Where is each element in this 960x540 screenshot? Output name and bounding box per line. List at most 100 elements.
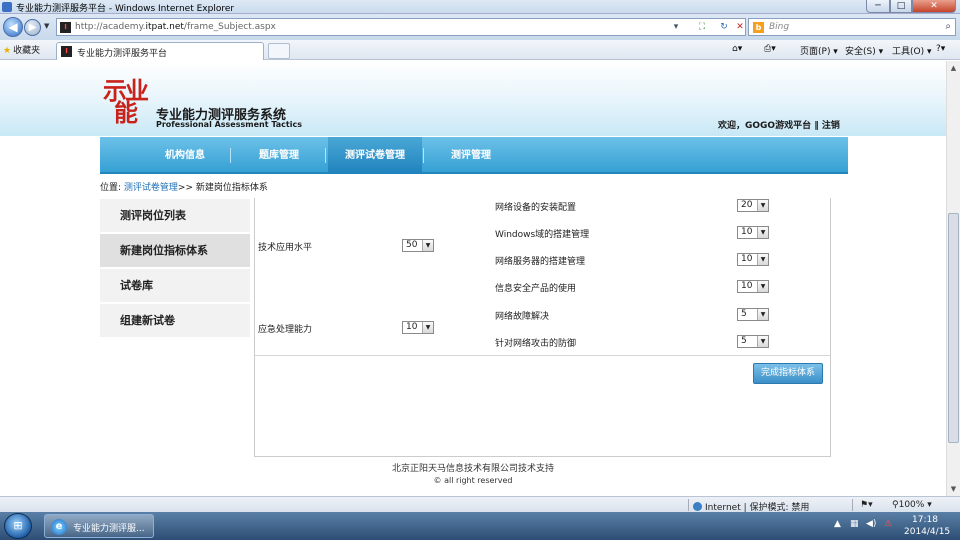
search-box[interactable]: b Bing ⌕: [748, 18, 956, 36]
refresh-icon[interactable]: ↻: [717, 21, 731, 34]
group-label: 应急处理能力: [258, 325, 313, 335]
bing-icon: b: [753, 22, 764, 33]
zoom-icon: ⚲: [892, 500, 899, 510]
chevron-down-icon: ▼: [757, 309, 768, 320]
back-button[interactable]: ◀: [3, 17, 23, 37]
nav-divider: [423, 148, 424, 163]
window-title: 专业能力测评服务平台 - Windows Internet Explorer: [16, 4, 235, 14]
chevron-down-icon: ▼: [757, 281, 768, 292]
favorites-button[interactable]: ★ 收藏夹: [3, 43, 40, 56]
forward-button[interactable]: ▶: [24, 19, 41, 36]
chevron-down-icon: ▼: [757, 336, 768, 347]
item-label: 网络故障解决: [495, 312, 550, 322]
status-bar: Internet | 保护模式: 禁用 ⚑▾ ⚲100% ▾: [0, 496, 960, 513]
favorites-bar: ★ 收藏夹 I 专业能力测评服务平台 ⌂▾ ⎙▾ 页面(P) ▾ 安全(S) ▾ …: [0, 40, 960, 60]
maximize-button[interactable]: □: [890, 0, 912, 13]
nav-org-info[interactable]: 机构信息: [140, 137, 230, 174]
help-menu[interactable]: ?▾: [936, 44, 945, 54]
item-label: 网络服务器的搭建管理: [495, 257, 586, 267]
group-weight-select[interactable]: 10 ▼: [402, 321, 434, 334]
item-label: 网络设备的安装配置: [495, 203, 577, 213]
minimize-button[interactable]: ─: [866, 0, 890, 13]
nav-divider: [325, 148, 326, 163]
globe-icon: [693, 502, 702, 511]
clock-time[interactable]: 17:18: [912, 515, 938, 525]
chevron-down-icon: ▼: [422, 240, 433, 251]
tray-up-icon[interactable]: ▲: [834, 519, 841, 529]
window-title-bar: 专业能力测评服务平台 - Windows Internet Explorer ─…: [0, 0, 960, 14]
stop-icon[interactable]: ✕: [733, 21, 747, 34]
scroll-thumb[interactable]: [948, 213, 959, 443]
network-icon[interactable]: ▦: [850, 519, 859, 529]
nav-exam-paper[interactable]: 测评试卷管理: [328, 137, 422, 174]
home-icon[interactable]: ⌂▾: [732, 44, 742, 54]
site-favicon-icon: I: [60, 22, 71, 33]
print-icon[interactable]: ⎙▾: [764, 44, 776, 54]
item-weight-select[interactable]: 10 ▼: [737, 253, 769, 266]
address-toolbar: ◀ ▶ ▼ I http://academy.itpat.net/frame_S…: [0, 14, 960, 40]
web-page: 示业能 专业能力测评服务系统 Professional Assessment T…: [0, 61, 946, 496]
chevron-down-icon: ▼: [422, 322, 433, 333]
item-label: 针对网络攻击的防御: [495, 339, 577, 349]
main-nav: 机构信息 题库管理 测评试卷管理 测评管理: [100, 137, 848, 174]
ie-icon: e: [51, 519, 67, 535]
taskbar-label: 专业能力测评服...: [73, 524, 145, 534]
history-dropdown-icon[interactable]: ▼: [44, 22, 49, 30]
welcome-logout[interactable]: 欢迎，GOGO游戏平台 ‖ 注销: [718, 118, 840, 131]
item-weight-select[interactable]: 10 ▼: [737, 280, 769, 293]
scroll-up-icon[interactable]: ▲: [947, 61, 960, 75]
breadcrumb: 位置: 测评试卷管理>> 新建岗位指标体系: [100, 183, 268, 193]
ie-icon: [2, 2, 12, 12]
nav-divider: [230, 148, 231, 163]
safety-menu[interactable]: 安全(S) ▾: [845, 44, 883, 57]
star-icon: ★: [3, 46, 12, 56]
footer-support: 北京正阳天马信息技术有限公司技术支持: [391, 464, 554, 474]
tab-active[interactable]: I 专业能力测评服务平台: [56, 42, 264, 60]
sidebar-item-new-paper[interactable]: 组建新试卷: [100, 304, 250, 337]
search-placeholder: Bing: [769, 22, 790, 32]
volume-icon[interactable]: ◀): [866, 519, 876, 529]
taskbar-ie-window[interactable]: e 专业能力测评服...: [44, 514, 154, 538]
logo-seal: 示业能: [103, 76, 149, 127]
scroll-down-icon[interactable]: ▼: [947, 482, 960, 496]
sidebar-item-position-list[interactable]: 测评岗位列表: [100, 199, 250, 232]
clock-date[interactable]: 2014/4/15: [904, 527, 950, 537]
item-label: Windows域的搭建管理: [495, 230, 590, 240]
item-weight-select[interactable]: 5 ▼: [737, 308, 769, 321]
address-url: http://academy.itpat.net/frame_Subject.a…: [75, 22, 276, 32]
taskbar: ⊞ e 专业能力测评服... ▲ ▦ ◀) ⚠ 17:18 2014/4/15: [0, 512, 960, 540]
nav-question-bank[interactable]: 题库管理: [234, 137, 324, 174]
site-subtitle: Professional Assessment Tactics: [156, 120, 302, 129]
tools-menu[interactable]: 工具(O) ▾: [892, 44, 932, 57]
nav-assessment[interactable]: 测评管理: [426, 137, 516, 174]
new-tab-button[interactable]: [268, 43, 290, 59]
finish-indicator-button[interactable]: 完成指标体系: [753, 363, 823, 384]
item-label: 信息安全产品的使用: [495, 284, 577, 294]
search-icon[interactable]: ⌕: [945, 21, 951, 32]
item-weight-select[interactable]: 10 ▼: [737, 226, 769, 239]
breadcrumb-link[interactable]: 测评试卷管理: [124, 183, 178, 193]
sidebar-item-paper-library[interactable]: 试卷库: [100, 269, 250, 302]
sidebar-item-new-indicator[interactable]: 新建岗位指标体系: [100, 234, 250, 267]
protected-mode-icon[interactable]: ⚑▾: [860, 500, 873, 510]
address-bar[interactable]: I http://academy.itpat.net/frame_Subject…: [56, 18, 746, 36]
item-weight-select[interactable]: 20 ▼: [737, 199, 769, 212]
compat-view-icon[interactable]: ▾: [669, 21, 683, 34]
compatibility-icon[interactable]: ⛶: [695, 21, 709, 34]
divider: [255, 355, 830, 356]
chevron-down-icon: ▼: [757, 254, 768, 265]
vertical-scrollbar[interactable]: ▲ ▼: [946, 61, 960, 496]
security-alert-icon[interactable]: ⚠: [884, 519, 892, 529]
tab-favicon-icon: I: [61, 46, 72, 57]
chevron-down-icon: ▼: [757, 227, 768, 238]
page-menu[interactable]: 页面(P) ▾: [800, 44, 838, 57]
indicator-panel: 技术应用水平 50 ▼ 应急处理能力 10 ▼ 网络设备的安装配置 20 ▼ Wind…: [254, 198, 831, 457]
group-weight-select[interactable]: 50 ▼: [402, 239, 434, 252]
chevron-down-icon: ▼: [757, 200, 768, 211]
footer-copyright: © all right reserved: [433, 476, 513, 485]
zoom-level[interactable]: ⚲100% ▾: [892, 500, 932, 510]
item-weight-select[interactable]: 5 ▼: [737, 335, 769, 348]
start-button[interactable]: ⊞: [4, 513, 32, 539]
group-label: 技术应用水平: [258, 243, 313, 253]
close-button[interactable]: ✕: [912, 0, 956, 13]
